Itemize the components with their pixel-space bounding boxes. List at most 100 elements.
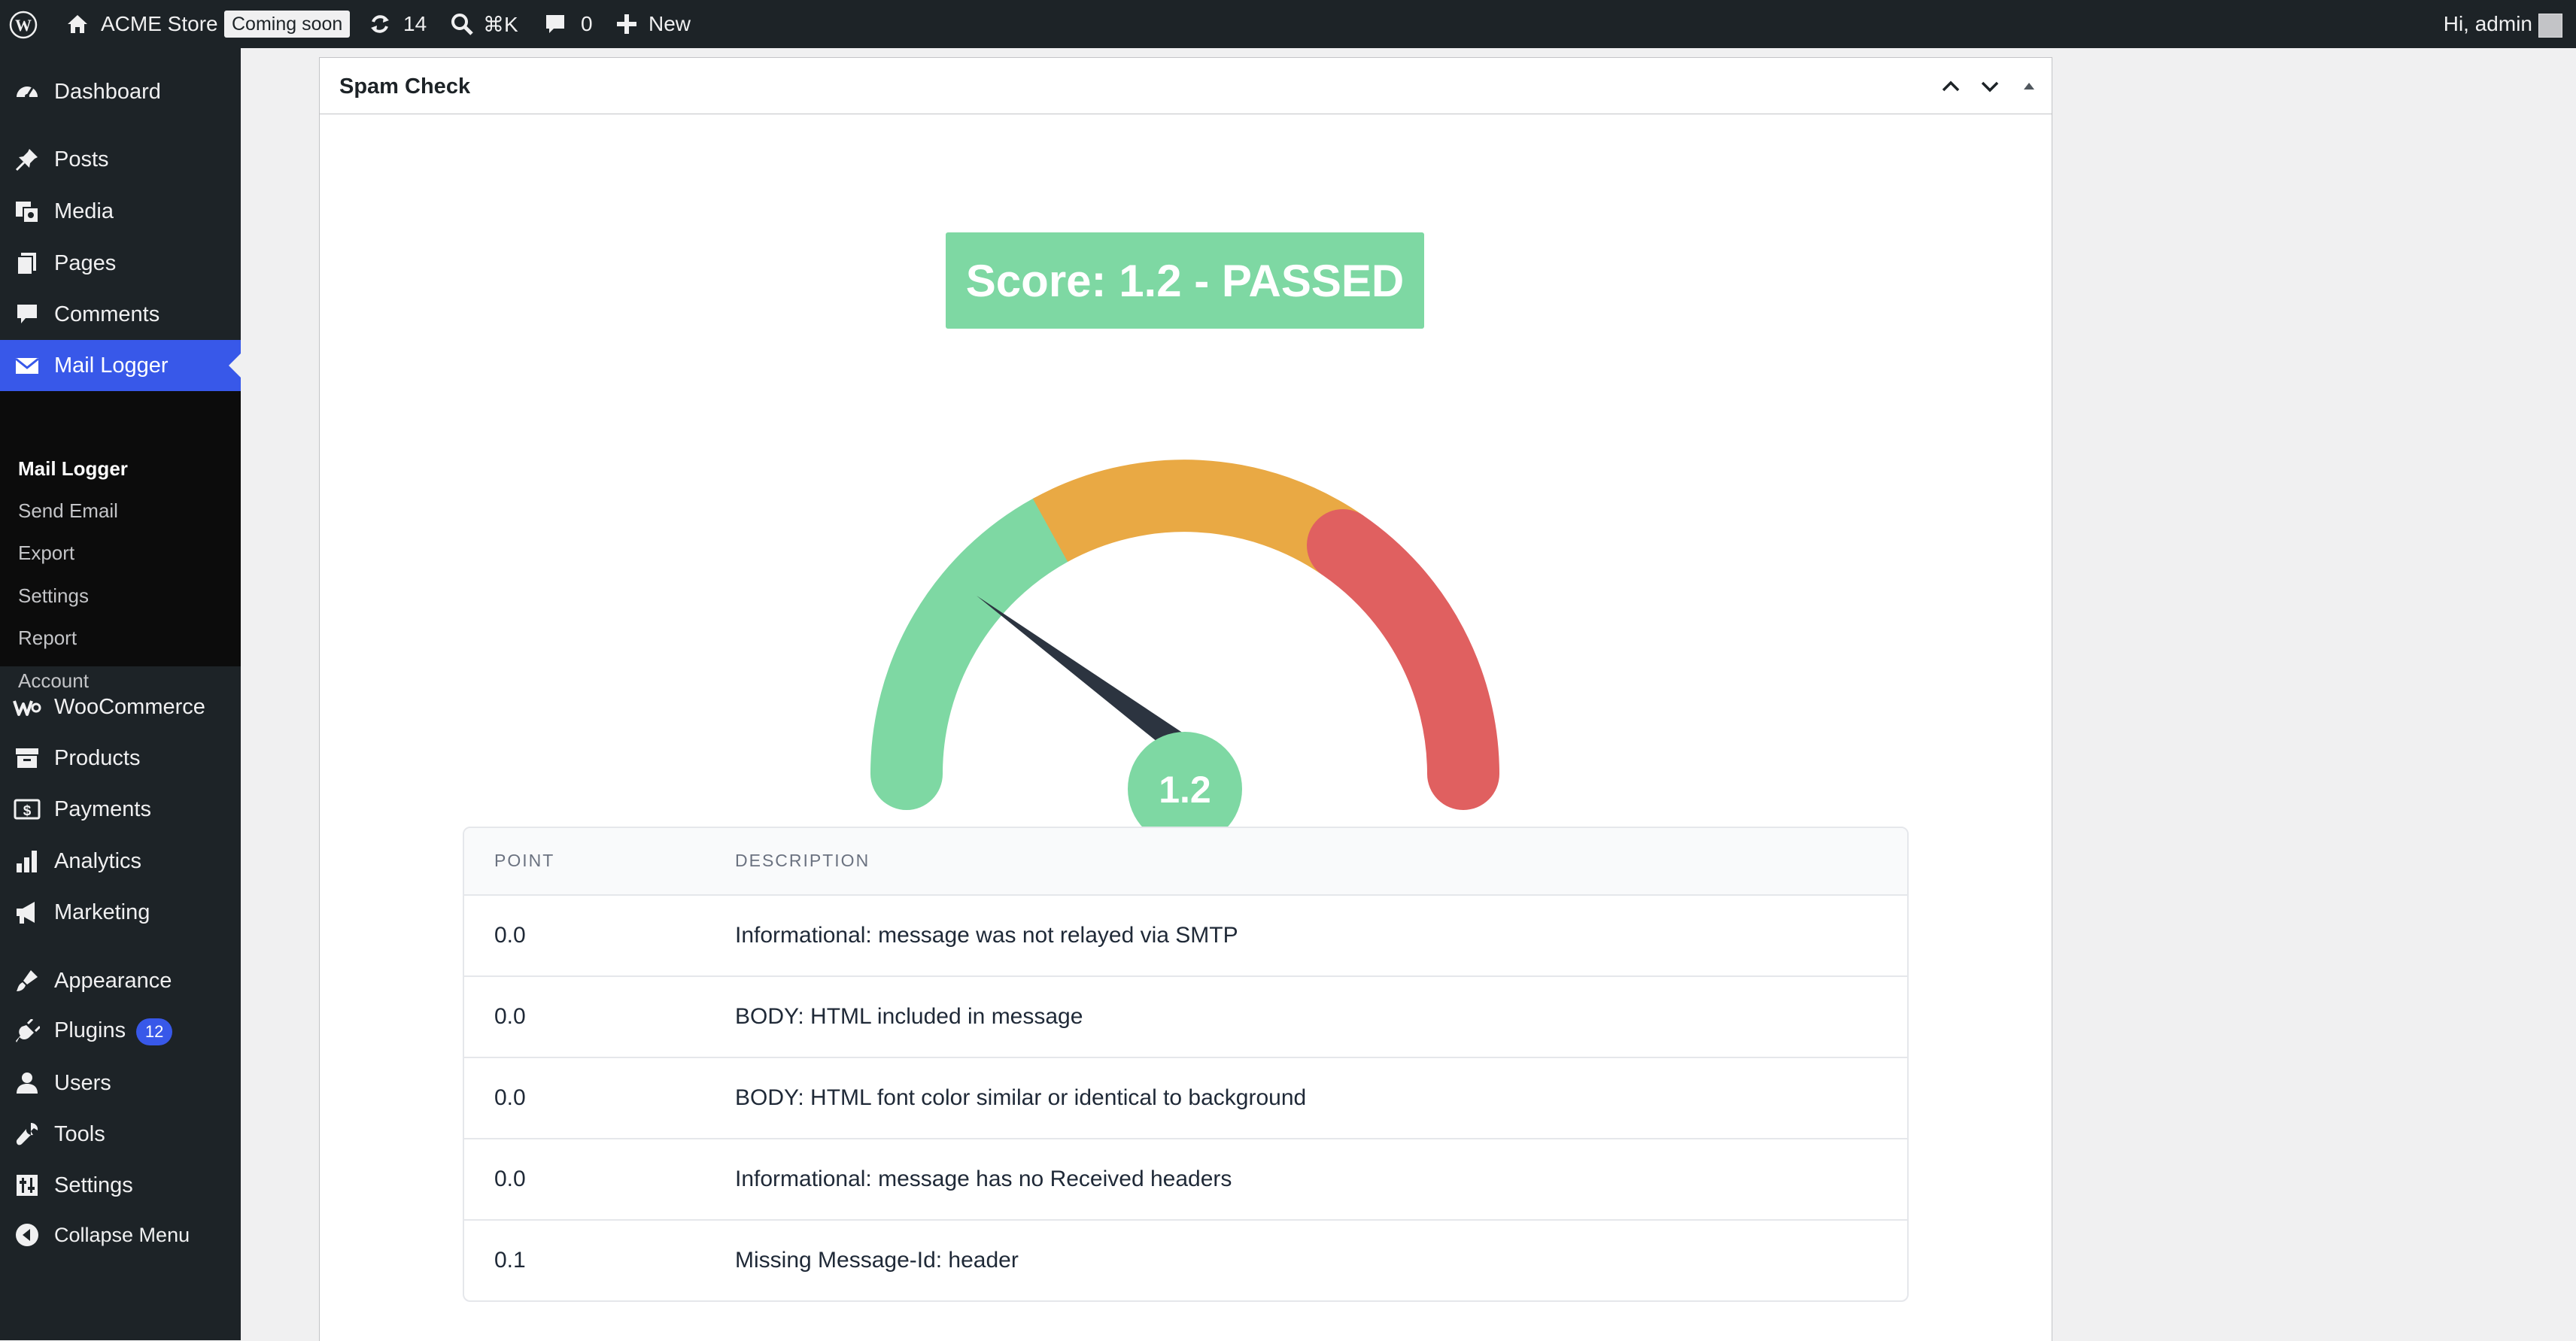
sidebar-item-payments[interactable]: $ Payments [0,784,241,835]
updates-count: 14 [403,12,427,35]
table-row: 0.0 Informational: message was not relay… [464,896,1907,977]
spam-score-gauge: 1.2 [870,460,1499,846]
cell-point: 0.0 [494,1004,526,1029]
sidebar-item-plugins[interactable]: Plugins 12 [0,1006,241,1057]
sidebar-item-label: Products [54,745,141,770]
envelope-icon [12,350,42,381]
cell-point: 0.0 [494,1167,526,1191]
sidebar-item-media[interactable]: Media [0,186,241,237]
submenu-report[interactable]: Report [18,627,77,650]
admin-sidebar: Dashboard Posts Media Pages Comments Mai… [0,48,241,1340]
search-shortcut: ⌘K [483,12,518,36]
cell-point: 0.1 [494,1248,526,1273]
svg-text:$: $ [23,803,32,819]
plus-icon [615,13,638,35]
gauge-segment-bad [1307,509,1499,810]
gauge-segment-good [870,494,1086,810]
sidebar-item-users[interactable]: Users [0,1057,241,1109]
sidebar-item-label: Collapse Menu [54,1223,190,1246]
sidebar-item-analytics[interactable]: Analytics [0,836,241,887]
spam-rules-table: POINT DESCRIPTION 0.0 Informational: mes… [463,827,1909,1302]
table-row: 0.1 Missing Message-Id: header [464,1221,1907,1300]
collapse-menu-button[interactable]: Collapse Menu [0,1209,241,1261]
sidebar-item-label: Comments [54,302,160,326]
sidebar-item-posts[interactable]: Posts [0,134,241,185]
table-row: 0.0 BODY: HTML included in message [464,977,1907,1058]
sidebar-item-label: Tools [54,1121,105,1146]
archive-icon [12,743,42,773]
wrench-icon [12,1119,42,1149]
user-icon [12,1068,42,1098]
sidebar-item-label: Media [54,199,114,223]
panel-header: Spam Check [320,58,2052,114]
panel-title: Spam Check [339,74,471,99]
site-name-link[interactable]: ACME Store [65,0,218,48]
new-content-link[interactable]: New [615,0,691,48]
woo-icon [12,692,42,722]
cell-description: BODY: HTML included in message [735,1004,1083,1029]
sidebar-item-products[interactable]: Products [0,733,241,784]
gauge-value: 1.2 [1159,769,1211,811]
sidebar-item-label: Appearance [54,968,172,993]
submenu-mail-logger[interactable]: Mail Logger [18,457,128,481]
command-search[interactable]: ⌘K [450,0,518,48]
payment-icon: $ [12,794,42,824]
sidebar-item-comments[interactable]: Comments [0,289,241,340]
sidebar-item-label: Plugins 12 [54,1018,173,1045]
my-account-link[interactable]: Hi, admin [2444,0,2532,48]
move-down-icon[interactable] [1975,71,2005,102]
coming-soon-badge[interactable]: Coming soon [224,11,351,38]
gauge-segment-warn [1032,460,1364,575]
sidebar-item-label: Users [54,1070,111,1095]
avatar[interactable] [2538,14,2562,38]
howdy-text: Hi, admin [2443,12,2532,35]
sliders-icon [12,1170,42,1200]
cell-point: 0.0 [494,1085,526,1110]
sidebar-item-label: Mail Logger [54,353,169,378]
comments-link[interactable]: 0 [543,0,593,48]
refresh-icon [367,11,393,37]
new-label: New [649,12,691,35]
cell-description: Informational: message has no Received h… [735,1167,1232,1191]
submenu-send-email[interactable]: Send Email [18,499,118,523]
cell-description: Missing Message-Id: header [735,1248,1019,1273]
paintbrush-icon [12,966,42,996]
table-header: POINT DESCRIPTION [464,828,1907,896]
sidebar-item-label: Pages [54,250,117,275]
submenu-export[interactable]: Export [18,542,74,565]
spam-check-panel: Spam Check Score: 1.2 - PASSED 1.2 POINT… [319,57,2052,1341]
sidebar-item-label: Analytics [54,848,142,873]
sidebar-item-pages[interactable]: Pages [0,238,241,289]
svg-text:W: W [15,16,32,35]
collapse-icon [12,1220,42,1250]
sidebar-item-mail-logger[interactable]: Mail Logger [0,340,241,391]
sidebar-item-dashboard[interactable]: Dashboard [0,66,241,117]
wordpress-logo-icon[interactable]: W [9,11,38,39]
sidebar-item-settings[interactable]: Settings [0,1160,241,1211]
column-header-description: DESCRIPTION [735,851,870,870]
comments-count: 0 [581,12,593,35]
cell-description: Informational: message was not relayed v… [735,923,1238,948]
gauge-needle [977,596,1183,748]
sidebar-item-label: Payments [54,796,151,821]
mail-logger-submenu: Mail Logger Send Email Export Settings R… [0,391,241,692]
sidebar-item-label: Posts [54,147,109,171]
sidebar-item-tools[interactable]: Tools [0,1109,241,1160]
cell-point: 0.0 [494,923,526,948]
move-up-icon[interactable] [1936,71,1966,102]
submenu-settings[interactable]: Settings [18,584,89,608]
table-row: 0.0 BODY: HTML font color similar or ide… [464,1058,1907,1139]
sidebar-item-appearance[interactable]: Appearance [0,955,241,1006]
dashboard-icon [12,77,42,107]
home-icon [65,11,90,37]
updates-link[interactable]: 14 [367,0,427,48]
table-row: 0.0 Informational: message has no Receiv… [464,1139,1907,1221]
sidebar-item-marketing[interactable]: Marketing [0,887,241,938]
site-name: ACME Store [101,12,218,35]
sidebar-item-label: WooCommerce [54,694,205,719]
collapse-panel-icon[interactable] [2014,71,2044,102]
pin-icon [12,144,42,174]
search-icon [450,12,474,36]
sidebar-item-woocommerce[interactable]: WooCommerce [0,681,241,733]
comment-icon [12,299,42,329]
